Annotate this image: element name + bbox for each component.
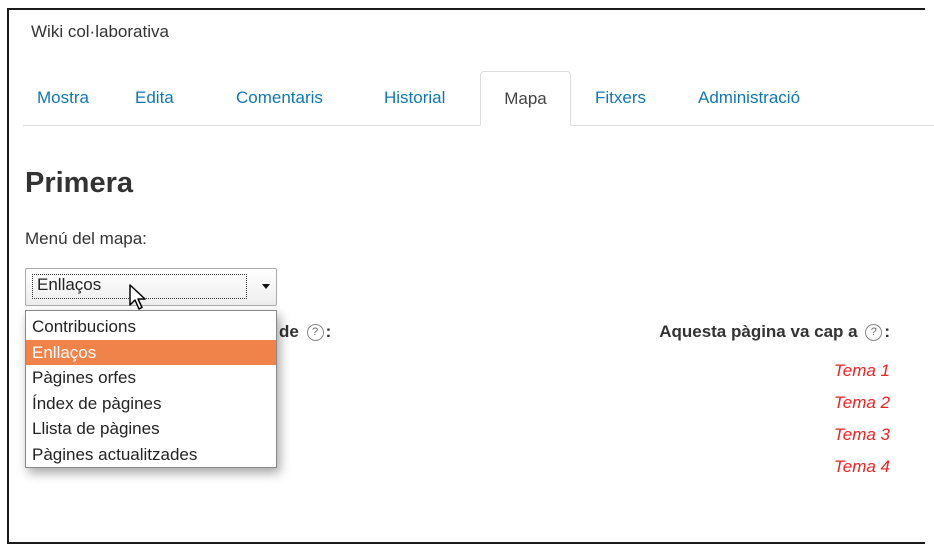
tab-mostra[interactable]: Mostra [23,71,103,125]
option-contribucions[interactable]: Contribucions [26,314,276,340]
tab-historial[interactable]: Historial [370,71,459,125]
link-tema-2[interactable]: Tema 2 [834,387,890,419]
option-enllacos[interactable]: Enllaços [26,339,276,365]
option-llista-pagines[interactable]: Llista de pàgines [26,416,276,442]
heading-colon: : [884,322,890,341]
outgoing-links-heading-text: Aquesta pàgina va cap a [659,322,858,341]
chevron-down-icon[interactable] [262,284,270,289]
option-pagines-orfes[interactable]: Pàgines orfes [26,365,276,391]
wiki-title: Wiki col·laborativa [31,22,169,41]
tab-fitxers[interactable]: Fitxers [581,71,660,125]
map-menu-label: Menú del mapa: [25,229,147,248]
help-icon[interactable]: ? [865,324,883,342]
page-title: Primera [25,167,134,199]
option-index-pagines[interactable]: Índex de pàgines [26,391,276,417]
outgoing-links-heading: Aquesta pàgina va cap a ?: [659,322,890,342]
outgoing-links-list: Tema 1 Tema 2 Tema 3 Tema 4 [834,355,890,483]
link-tema-4[interactable]: Tema 4 [834,451,890,483]
link-tema-1[interactable]: Tema 1 [834,355,890,387]
tab-edita[interactable]: Edita [121,71,188,125]
tab-bar: Mostra Edita Comentaris Historial Mapa F… [23,71,934,126]
map-menu-dropdown: Contribucions Enllaços Pàgines orfes Índ… [25,310,277,468]
link-tema-3[interactable]: Tema 3 [834,419,890,451]
tab-comentaris[interactable]: Comentaris [222,71,337,125]
option-pagines-actualitzades[interactable]: Pàgines actualitzades [26,442,276,468]
tab-administracio[interactable]: Administració [684,71,814,125]
help-icon[interactable]: ? [306,324,324,342]
tab-mapa[interactable]: Mapa [480,71,571,126]
heading-colon: : [325,322,332,341]
map-menu-select[interactable]: Enllaços [25,268,277,306]
select-value: Enllaços [37,275,102,294]
